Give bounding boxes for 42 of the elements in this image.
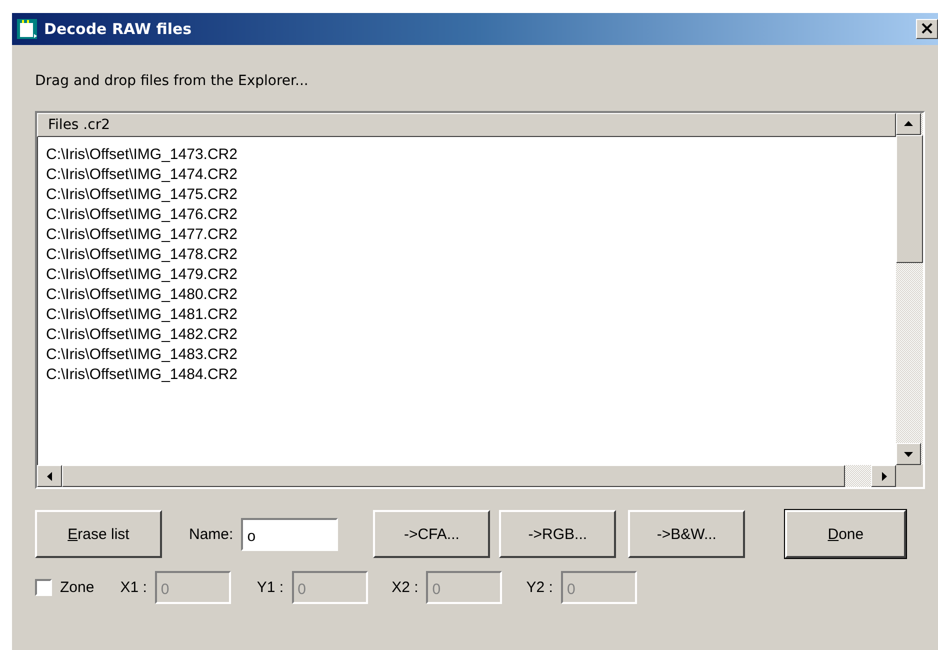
file-row[interactable]: C:\Iris\Offset\IMG_1482.CR2 bbox=[46, 325, 238, 345]
close-button[interactable]: × bbox=[916, 19, 938, 39]
zone-checkbox[interactable] bbox=[35, 579, 52, 596]
file-row[interactable]: C:\Iris\Offset\IMG_1476.CR2 bbox=[46, 205, 238, 225]
scrollbar-corner bbox=[896, 465, 923, 487]
file-row[interactable]: C:\Iris\Offset\IMG_1484.CR2 bbox=[46, 365, 238, 385]
file-row[interactable]: C:\Iris\Offset\IMG_1478.CR2 bbox=[46, 245, 238, 265]
file-row[interactable]: C:\Iris\Offset\IMG_1473.CR2 bbox=[46, 145, 238, 165]
scroll-thumb[interactable] bbox=[896, 135, 923, 263]
file-row[interactable]: C:\Iris\Offset\IMG_1480.CR2 bbox=[46, 285, 238, 305]
scroll-right-button[interactable] bbox=[871, 465, 896, 487]
vertical-scrollbar[interactable] bbox=[896, 113, 923, 465]
file-row[interactable]: C:\Iris\Offset\IMG_1474.CR2 bbox=[46, 165, 238, 185]
name-field[interactable]: o bbox=[241, 518, 338, 550]
down-arrow-icon bbox=[904, 451, 913, 457]
right-arrow-icon bbox=[880, 472, 886, 480]
file-row[interactable]: C:\Iris\Offset\IMG_1477.CR2 bbox=[46, 225, 238, 245]
coordinate-label: Y2 : bbox=[526, 579, 553, 596]
file-row[interactable]: C:\Iris\Offset\IMG_1479.CR2 bbox=[46, 265, 238, 285]
file-list[interactable] bbox=[35, 111, 925, 489]
scroll-up-button[interactable] bbox=[896, 113, 921, 135]
action-button[interactable]: Done bbox=[785, 510, 906, 558]
file-row[interactable]: C:\Iris\Offset\IMG_1483.CR2 bbox=[46, 345, 238, 365]
column-header[interactable]: Files .cr2 bbox=[37, 113, 896, 137]
convert-button[interactable]: ->CFA... bbox=[373, 510, 490, 558]
left-arrow-icon bbox=[46, 472, 52, 480]
window-title: Decode RAW files bbox=[44, 20, 193, 38]
coordinate-label: X1 : bbox=[120, 579, 147, 596]
file-row[interactable]: C:\Iris\Offset\IMG_1481.CR2 bbox=[46, 305, 238, 325]
field-label: Name: bbox=[189, 526, 234, 542]
checkbox-label: Zone bbox=[60, 579, 94, 596]
convert-button[interactable]: ->RGB... bbox=[499, 510, 616, 558]
file-row[interactable]: C:\Iris\Offset\IMG_1475.CR2 bbox=[46, 185, 238, 205]
instruction-text: Drag and drop files from the Explorer... bbox=[35, 73, 310, 91]
up-arrow-icon bbox=[904, 121, 913, 127]
scroll-left-button[interactable] bbox=[37, 465, 62, 487]
action-button[interactable]: Erase list bbox=[35, 510, 162, 558]
app-icon bbox=[16, 18, 38, 40]
scroll-down-button[interactable] bbox=[896, 443, 921, 465]
coordinate-label: X2 : bbox=[392, 579, 418, 596]
convert-button[interactable]: ->B&W... bbox=[628, 510, 746, 558]
coordinate-label: Y1 : bbox=[256, 579, 284, 596]
